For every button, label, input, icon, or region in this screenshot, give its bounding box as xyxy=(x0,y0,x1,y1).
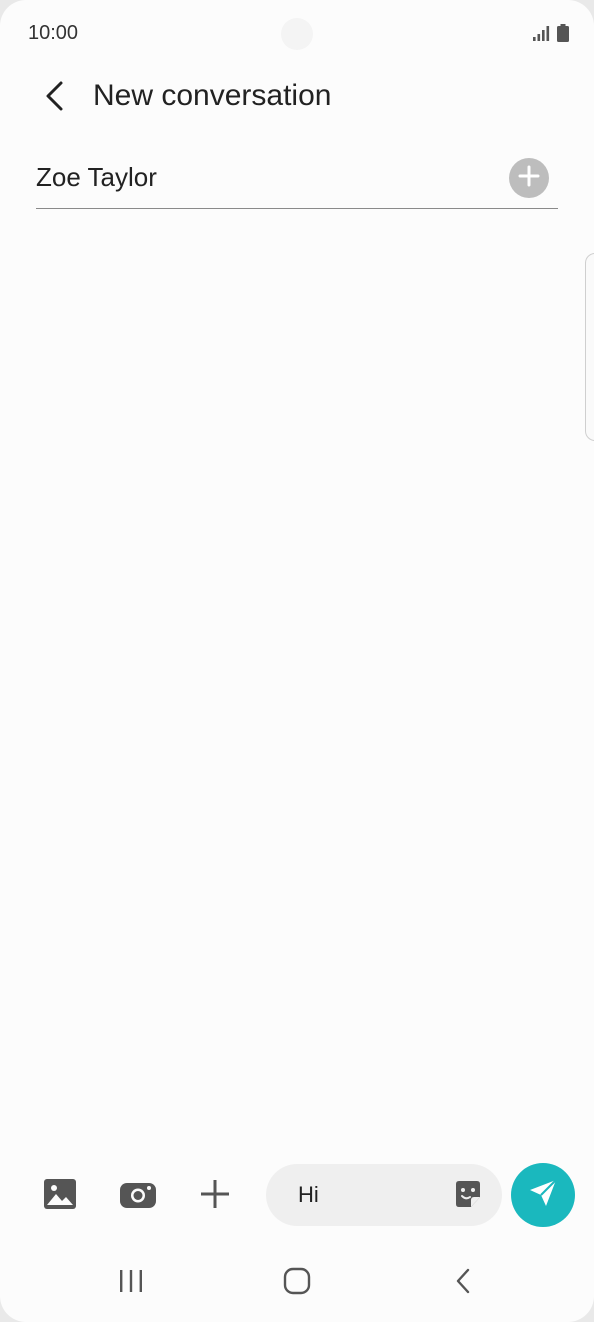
message-composer: Hi xyxy=(0,1160,594,1230)
send-icon xyxy=(527,1177,559,1214)
plus-icon xyxy=(200,1179,230,1214)
nav-back-button[interactable] xyxy=(433,1262,493,1304)
attach-more-button[interactable] xyxy=(193,1174,237,1218)
gallery-icon xyxy=(44,1178,76,1214)
battery-icon xyxy=(557,24,569,47)
camera-icon xyxy=(120,1180,156,1213)
home-icon xyxy=(283,1267,311,1300)
message-input[interactable]: Hi xyxy=(266,1164,502,1226)
signal-icon xyxy=(533,25,551,46)
message-input-value: Hi xyxy=(298,1182,319,1207)
chevron-left-icon xyxy=(42,80,66,117)
status-time: 10:00 xyxy=(28,22,79,44)
add-recipient-button[interactable] xyxy=(509,158,549,198)
send-button[interactable] xyxy=(511,1163,575,1227)
recipient-field[interactable]: Zoe Taylor xyxy=(36,150,558,209)
plus-circle-icon xyxy=(517,164,541,193)
gallery-button[interactable] xyxy=(38,1174,82,1218)
camera-button[interactable] xyxy=(116,1174,160,1218)
back-button[interactable] xyxy=(32,76,76,120)
phone-screen: 10:00 New conversation Zoe Taylor Hi xyxy=(0,0,594,1322)
status-bar: 10:00 xyxy=(0,0,594,70)
page-title: New conversation xyxy=(93,79,332,112)
sticker-button[interactable] xyxy=(452,1180,484,1212)
edge-panel-handle[interactable] xyxy=(585,253,594,441)
home-button[interactable] xyxy=(267,1262,327,1304)
sticker-icon xyxy=(453,1179,483,1214)
front-camera-cutout xyxy=(281,18,313,50)
system-navigation-bar xyxy=(0,1252,594,1314)
back-icon xyxy=(454,1267,472,1300)
app-bar: New conversation xyxy=(0,70,594,126)
recent-apps-icon xyxy=(118,1269,144,1298)
recent-apps-button[interactable] xyxy=(101,1262,161,1304)
recipient-value: Zoe Taylor xyxy=(36,162,157,192)
